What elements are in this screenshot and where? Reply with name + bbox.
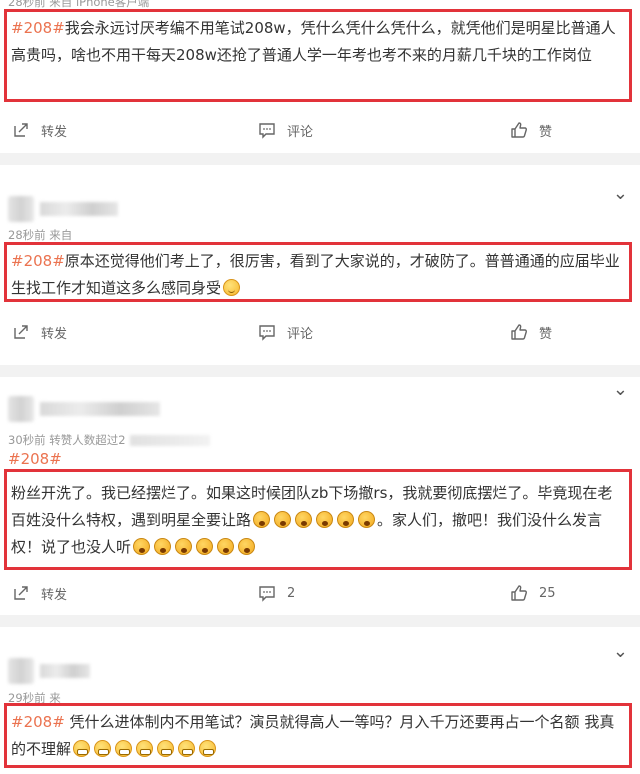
forward-label: 转发 [41,326,68,342]
comment-count: 2 [287,585,296,601]
forward-button[interactable]: 转发 [12,118,67,142]
comment-icon [259,123,275,139]
hashtag-link[interactable]: #208# [11,19,65,37]
crying-emoji [358,511,376,528]
forward-icon [14,123,28,137]
crying-emoji [253,511,271,528]
comment-icon [259,325,275,341]
chevron-down-icon[interactable]: ⌄ [613,185,628,203]
comment-icon [259,586,275,602]
chevron-down-icon[interactable]: ⌄ [613,381,628,399]
post-3: ⌄ 30秒前 转赞人数超过2 #208# 粉丝开洗了。我已经摆烂了。如果这时候团… [0,377,640,615]
comment-button[interactable]: 评论 [258,320,313,344]
avatar[interactable] [8,396,34,422]
like-label: 赞 [539,124,553,140]
forward-icon [14,586,28,600]
post-2-text-highlight: #208#原本还觉得他们考上了，很厉害，看到了大家说的，才破防了。普普通通的应届… [4,242,632,302]
hashtag-link[interactable]: #208# [8,449,62,469]
grin-emoji [178,740,196,757]
separator [0,365,640,377]
avatar[interactable] [8,196,34,222]
post-4-user[interactable] [8,657,90,685]
grin-emoji [94,740,112,757]
post-3-text-highlight: 粉丝开洗了。我已经摆烂了。如果这时候团队zb下场撤rs，我就要彻底摆烂了。毕竟现… [4,469,632,570]
comment-button[interactable]: 2 [258,581,295,605]
grin-emoji [199,740,217,757]
post-3-meta: 30秒前 转赞人数超过2 [8,432,210,448]
like-button[interactable]: 25 [510,581,556,605]
post-2: ⌄ 28秒前 来自 #208#原本还觉得他们考上了，很厉害，看到了大家说的，才破… [0,165,640,365]
thumbs-up-icon [511,122,527,138]
username-blurred[interactable] [40,664,90,678]
post-4: ⌄ 29秒前 来 #208# 凭什么进体制内不用笔试？演员就得高人一等吗？月入千… [0,627,640,774]
post-1-text: 我会永远讨厌考编不用笔试208w，凭什么凭什么凭什么，就凭他们是明星比普通人高贵… [11,19,616,64]
hashtag-link[interactable]: #208# [11,713,65,731]
crying-emoji [274,511,292,528]
post-2-text: 原本还觉得他们考上了，很厉害，看到了大家说的，才破防了。普普通通的应届毕业生找工… [11,252,620,297]
crying-emoji [154,538,172,555]
post-1-text-highlight: #208#我会永远讨厌考编不用笔试208w，凭什么凭什么凭什么，就凭他们是明星比… [4,9,632,102]
chevron-down-icon[interactable]: ⌄ [613,643,628,661]
crying-emoji [295,511,313,528]
comment-label: 评论 [287,124,314,140]
grin-emoji [136,740,154,757]
forward-label: 转发 [41,124,68,140]
post-3-user[interactable] [8,395,160,423]
forward-button[interactable]: 转发 [12,581,67,605]
username-blurred[interactable] [40,402,160,416]
crying-emoji [196,538,214,555]
smile-emoji [223,279,241,296]
thumbs-up-icon [511,585,527,601]
like-button[interactable]: 赞 [510,320,552,344]
forward-icon [14,325,28,339]
comment-button[interactable]: 评论 [258,118,313,142]
thumbs-up-icon [511,324,527,340]
avatar[interactable] [8,658,34,684]
post-1-meta: 28秒前 来自 iPhone客户端 [8,0,150,8]
post-1: 28秒前 来自 iPhone客户端 #208#我会永远讨厌考编不用笔试208w，… [0,0,640,153]
crying-emoji [238,538,256,555]
crying-emoji [337,511,355,528]
forward-label: 转发 [41,587,68,603]
post-3-actions: 转发 2 25 [0,581,640,605]
forward-button[interactable]: 转发 [12,320,67,344]
grin-emoji [73,740,91,757]
crying-emoji [217,538,235,555]
comment-label: 评论 [287,326,314,342]
hashtag-link[interactable]: #208# [11,252,65,270]
grin-emoji [157,740,175,757]
crying-emoji [316,511,334,528]
like-label: 赞 [539,326,553,342]
crying-emoji [175,538,193,555]
post-1-actions: 转发 评论 赞 [0,118,640,142]
post-2-actions: 转发 评论 赞 [0,320,640,344]
separator [0,153,640,165]
username-blurred[interactable] [40,202,118,216]
like-count: 25 [539,585,556,601]
separator [0,615,640,627]
like-button[interactable]: 赞 [510,118,552,142]
meta-blurred [129,435,210,446]
post-2-meta: 28秒前 来自 [8,228,73,242]
grin-emoji [115,740,133,757]
crying-emoji [133,538,151,555]
post-2-user[interactable] [8,195,118,223]
post-4-text-highlight: #208# 凭什么进体制内不用笔试？演员就得高人一等吗？月入千万还要再占一个名额… [4,703,632,768]
